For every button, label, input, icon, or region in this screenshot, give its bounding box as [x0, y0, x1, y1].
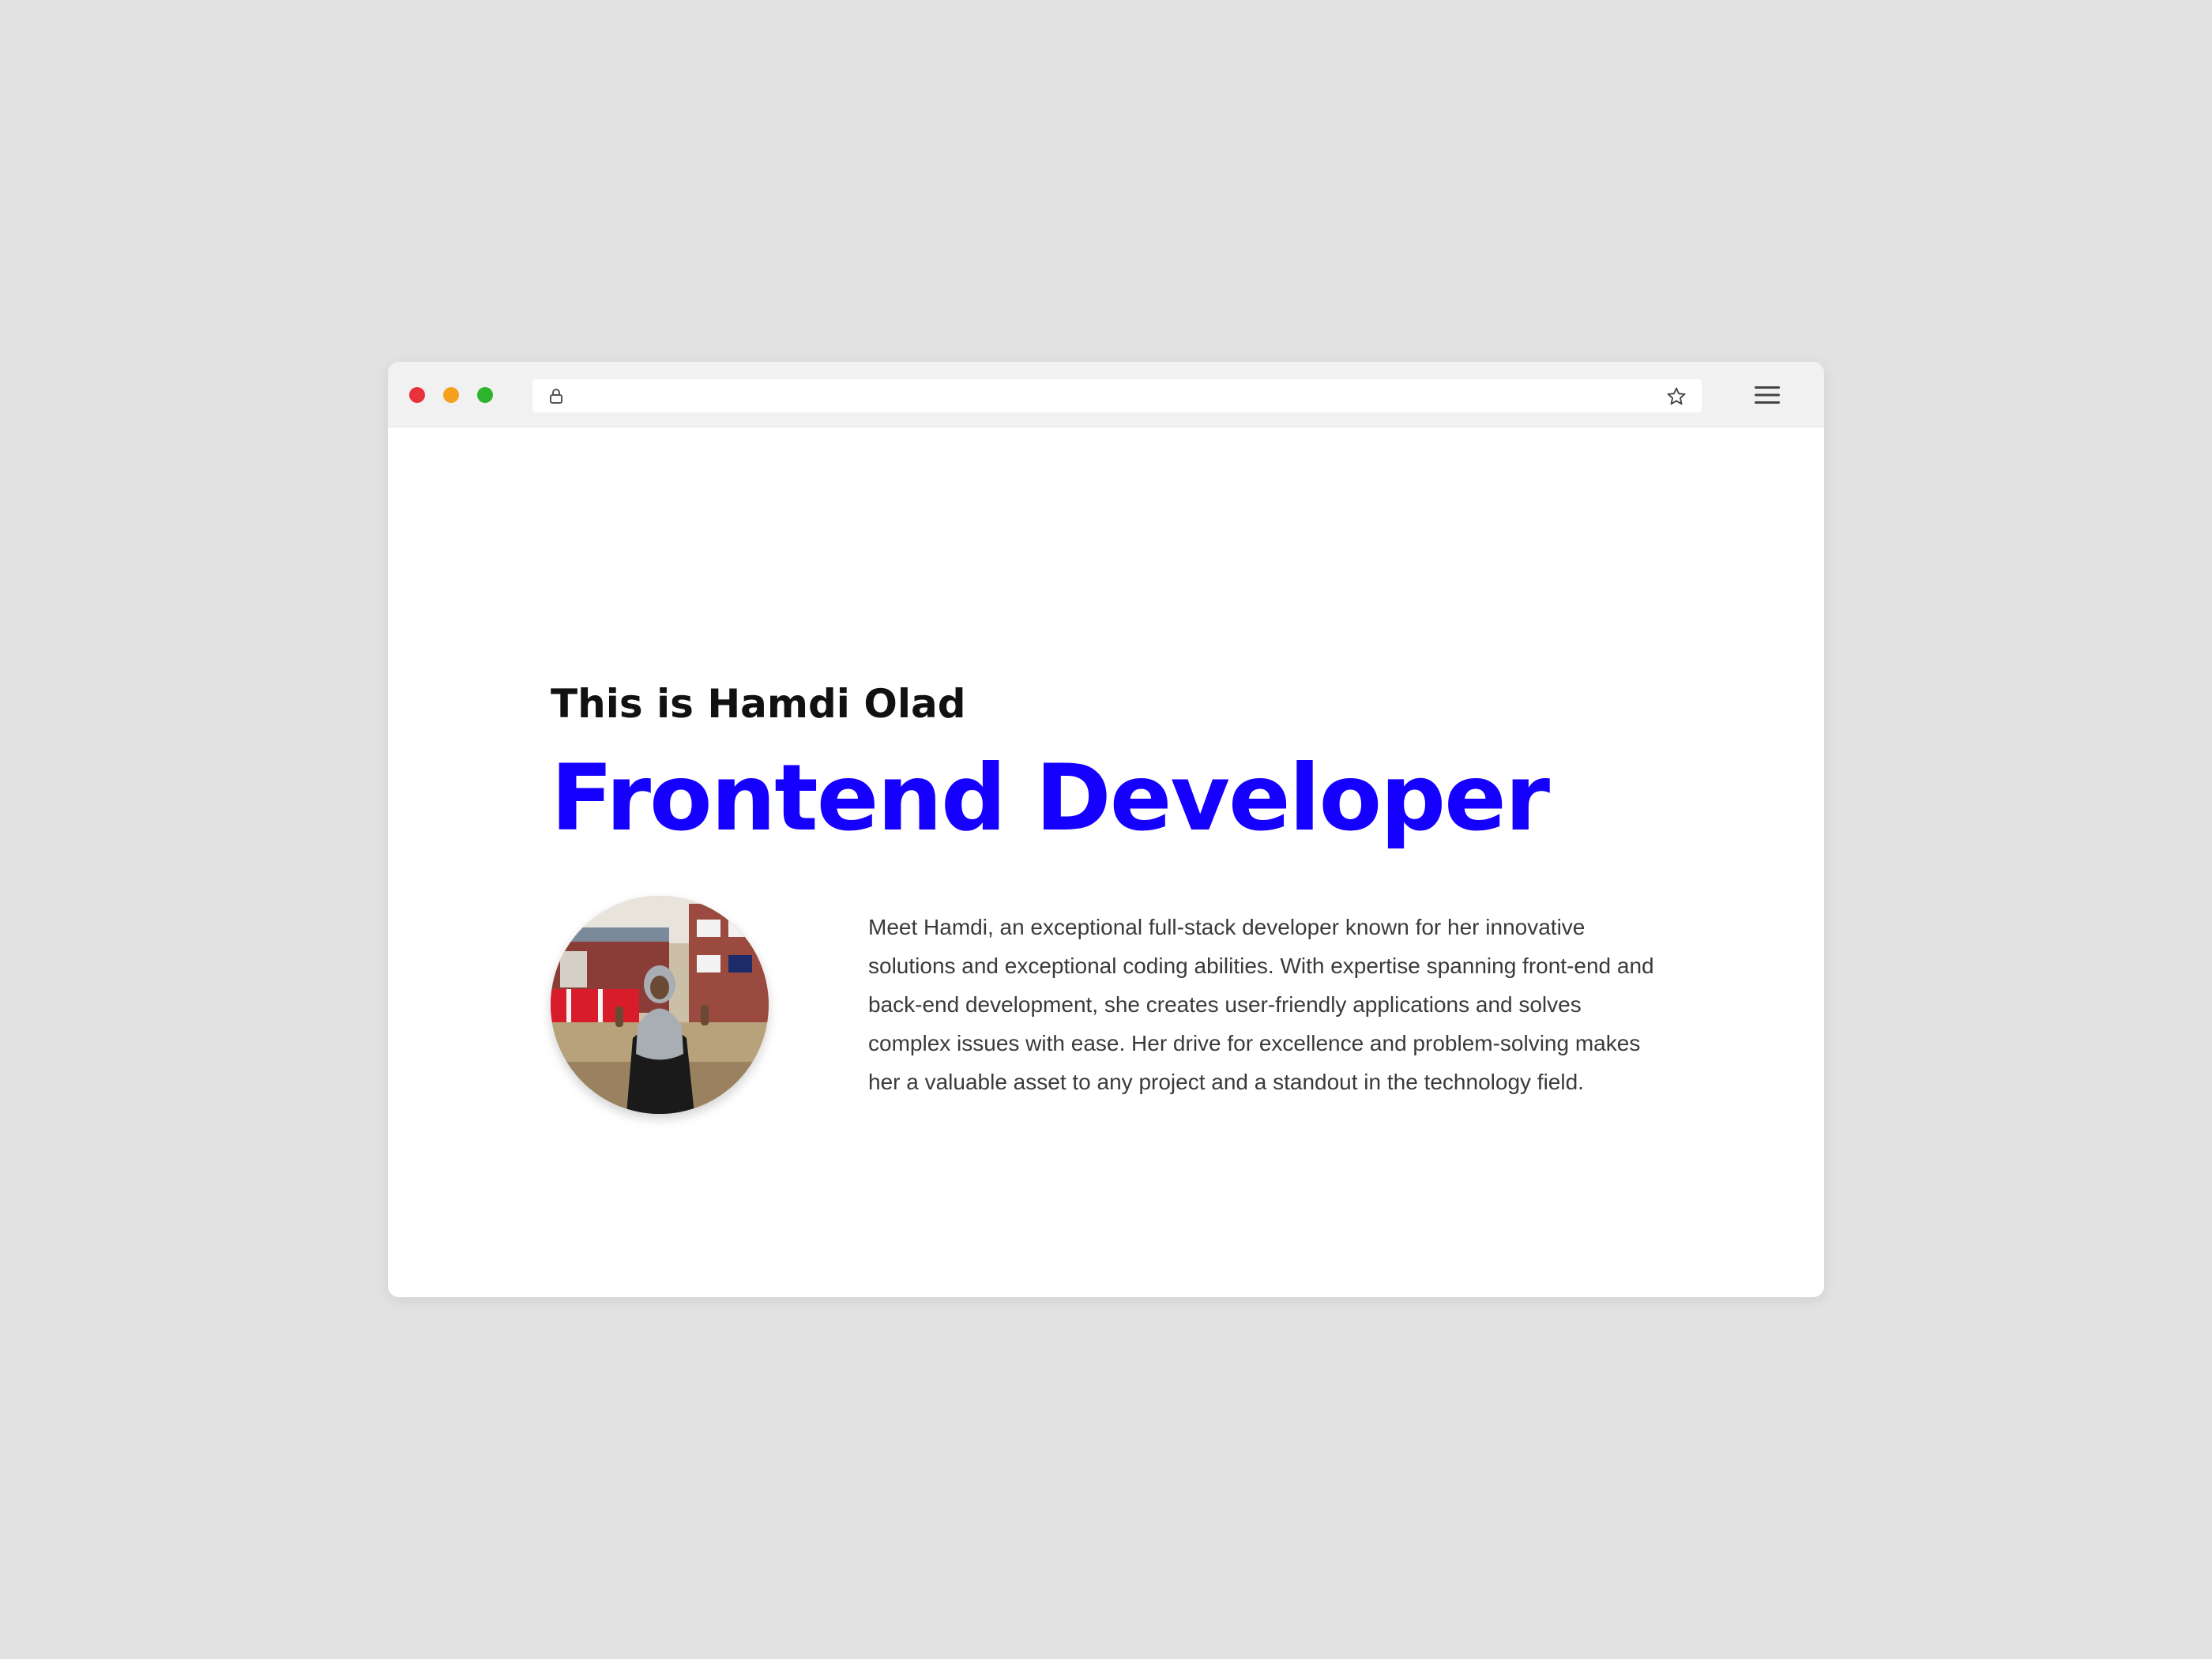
star-icon[interactable]	[1665, 386, 1687, 408]
profile-photo-illustration	[551, 896, 769, 1114]
hamburger-menu-icon[interactable]	[1753, 382, 1781, 408]
profile-photo	[551, 896, 769, 1114]
close-window-button[interactable]	[409, 387, 425, 403]
minimize-window-button[interactable]	[443, 387, 459, 403]
intro-heading: This is Hamdi Olad	[551, 681, 966, 727]
role-heading: Frontend Developer	[551, 745, 1550, 852]
browser-toolbar	[388, 362, 1824, 427]
address-bar[interactable]	[532, 379, 1702, 412]
lock-icon	[550, 389, 562, 404]
browser-window: This is Hamdi Olad Frontend Developer Me…	[388, 362, 1824, 1297]
bio-paragraph: Meet Hamdi, an exceptional full-stack de…	[868, 915, 1654, 1094]
page-content: This is Hamdi Olad Frontend Developer Me…	[388, 427, 1824, 1297]
maximize-window-button[interactable]	[477, 387, 493, 403]
